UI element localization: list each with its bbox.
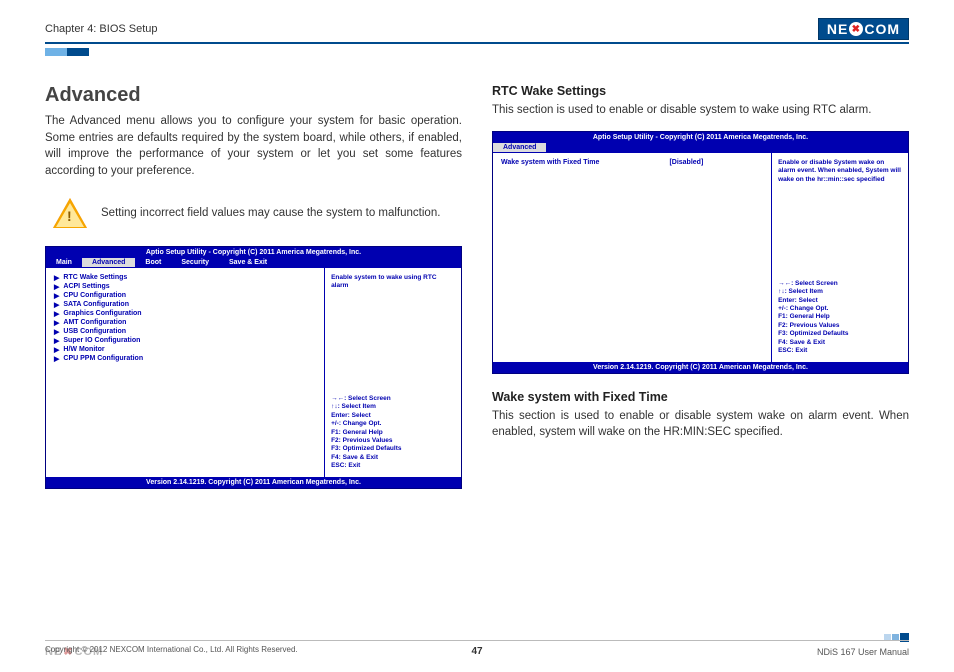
bios-tab-boot: Boot (135, 258, 171, 267)
right-column: RTC Wake Settings This section is used t… (492, 84, 909, 489)
bios-menu-items: Wake system with Fixed Time [Disabled] (493, 153, 771, 362)
rtc-heading: RTC Wake Settings (492, 84, 909, 98)
rtc-text: This section is used to enable or disabl… (492, 102, 909, 119)
left-column: Advanced The Advanced menu allows you to… (45, 84, 462, 489)
bios-tabs: Advanced (493, 143, 908, 152)
nexcom-logo: NE ✖ COM (818, 18, 909, 40)
bios-tab-advanced: Advanced (82, 258, 135, 267)
copyright-text: Copyright © 2012 NEXCOM International Co… (45, 645, 298, 654)
wake-text: This section is used to enable or disabl… (492, 408, 909, 441)
warning-text: Setting incorrect field values may cause… (101, 205, 440, 221)
bios-screenshot-rtc: Aptio Setup Utility - Copyright (C) 2011… (492, 131, 909, 374)
page-footer: NE ✖ COM 47 NDiS 167 User Manual Copyrig… (45, 640, 909, 658)
bios-key-help: →←: Select Screen ↑↓: Select Item Enter:… (331, 395, 455, 471)
bios-side-desc: Enable or disable System wake on alarm e… (778, 159, 902, 184)
header-flag-decor (45, 48, 89, 56)
bios-tab-security: Security (171, 258, 219, 267)
bios-version: Version 2.14.1219. Copyright (C) 2011 Am… (493, 362, 908, 373)
logo-x-icon: ✖ (849, 22, 863, 36)
bios-title: Aptio Setup Utility - Copyright (C) 2011… (493, 132, 908, 143)
wake-heading: Wake system with Fixed Time (492, 390, 909, 404)
bios-key-help: →←: Select Screen ↑↓: Select Item Enter:… (778, 280, 902, 356)
section-heading: Advanced (45, 84, 462, 107)
bios-screenshot-advanced: Aptio Setup Utility - Copyright (C) 2011… (45, 246, 462, 489)
bios-side-desc: Enable system to wake using RTC alarm (331, 274, 455, 291)
intro-text: The Advanced menu allows you to configur… (45, 113, 462, 180)
bios-tab-main: Main (46, 258, 82, 267)
bios-title: Aptio Setup Utility - Copyright (C) 2011… (46, 247, 461, 258)
warning-icon: ! (53, 198, 87, 228)
bios-version: Version 2.14.1219. Copyright (C) 2011 Am… (46, 477, 461, 488)
warning-callout: ! Setting incorrect field values may cau… (53, 198, 462, 228)
bios-help-panel: Enable or disable System wake on alarm e… (771, 153, 908, 362)
bios-tab-saveexit: Save & Exit (219, 258, 277, 267)
bios-tabs: Main Advanced Boot Security Save & Exit (46, 258, 461, 267)
bios-tab-advanced: Advanced (493, 143, 546, 152)
bios-menu-items: ▶RTC Wake Settings ▶ACPI Settings ▶CPU C… (46, 268, 324, 477)
chapter-title: Chapter 4: BIOS Setup (45, 23, 158, 35)
page-header: Chapter 4: BIOS Setup NE ✖ COM (45, 18, 909, 44)
bios-help-panel: Enable system to wake using RTC alarm →←… (324, 268, 461, 477)
